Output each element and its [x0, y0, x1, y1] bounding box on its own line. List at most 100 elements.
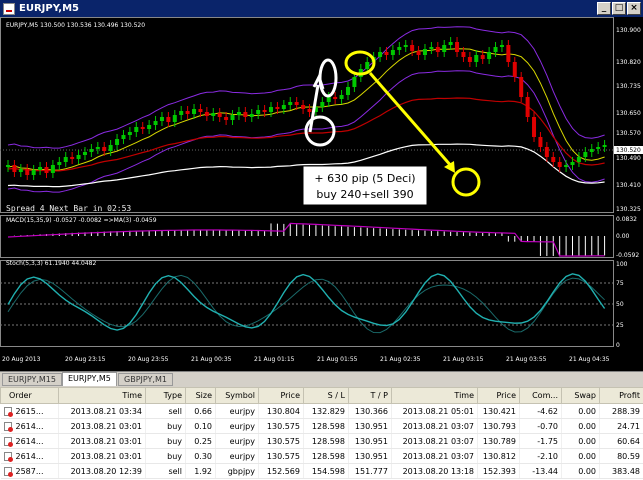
candle-body	[345, 87, 350, 95]
table-cell: -0.70	[519, 418, 562, 434]
cell: -0.70	[537, 421, 558, 431]
column-header[interactable]: Price	[258, 387, 304, 404]
candle-body	[185, 111, 190, 114]
candle-body	[153, 121, 158, 125]
candle-body	[339, 95, 344, 99]
table-cell: 2615...	[0, 403, 59, 419]
candle-body	[589, 149, 594, 152]
column-header[interactable]: Type	[145, 387, 186, 404]
table-row[interactable]: 2614... 2013.08.21 03:01 buy 0.25 eurjpy 130.…	[0, 433, 643, 449]
cell: 0.00	[578, 451, 596, 461]
cell: 130.421	[482, 406, 516, 416]
chart-tabs: EURJPY,M15 EURJPY,M5 GBPJPY,M1	[0, 371, 643, 386]
stoch-axis-label: 100	[616, 261, 628, 268]
candle-body	[525, 97, 530, 117]
close-button[interactable]: ×	[627, 2, 641, 15]
candle-body	[262, 110, 267, 112]
candle-body	[596, 147, 601, 149]
table-cell: 0.10	[185, 418, 216, 434]
column-header[interactable]: Order	[0, 387, 59, 404]
cell: 0.25	[194, 436, 212, 446]
candle-body	[551, 157, 556, 162]
minimize-button[interactable]: _	[597, 2, 611, 15]
table-cell: 130.575	[258, 433, 304, 449]
candle-body	[384, 52, 389, 55]
cell: 130.575	[266, 421, 300, 431]
candle-body	[467, 57, 472, 62]
table-cell: 128.598	[303, 433, 349, 449]
table-row[interactable]: 2614... 2013.08.21 03:01 buy 0.30 eurjpy 130.…	[0, 448, 643, 464]
table-cell: 2013.08.21 03:01	[58, 418, 146, 434]
table-cell: 130.575	[258, 448, 304, 464]
column-header[interactable]: Time	[391, 387, 478, 404]
trade-history-table: Order Time Type Size Symbol Price S / LT / P Ti…	[0, 387, 643, 480]
table-cell: 80.59	[599, 448, 643, 464]
column-header[interactable]: Com...	[519, 387, 562, 404]
column-header[interactable]: S / L	[303, 387, 349, 404]
table-row[interactable]: 2614... 2013.08.21 03:01 buy 0.10 eurjpy 130.…	[0, 418, 643, 434]
column-header[interactable]: Swap	[561, 387, 600, 404]
table-cell: 0.00	[561, 403, 600, 419]
cell: 383.48	[612, 466, 640, 476]
cell: 152.393	[482, 466, 516, 476]
tab-eurjpy-m5[interactable]: EURJPY,M5	[62, 372, 117, 386]
candle-body	[448, 42, 453, 45]
column-header[interactable]: T / P	[348, 387, 392, 404]
table-cell: 2614...	[0, 433, 59, 449]
macd-axis-label: 0.0832	[616, 216, 637, 223]
candle-body	[333, 97, 338, 99]
table-cell: 130.804	[258, 403, 304, 419]
candle-body	[544, 147, 549, 157]
candle-body	[82, 152, 87, 155]
table-cell: 0.00	[561, 418, 600, 434]
cell: buy	[167, 451, 182, 461]
macd-axis-label: -0.0592	[616, 252, 639, 259]
column-header[interactable]: Size	[185, 387, 216, 404]
cell: 2013.08.20 13:18	[402, 466, 474, 476]
order-icon	[3, 466, 13, 477]
table-cell: -2.10	[519, 448, 562, 464]
candle-body	[63, 157, 68, 162]
candle-body	[256, 110, 261, 114]
table-cell: 1.92	[185, 463, 216, 479]
table-row[interactable]: 2615... 2013.08.21 03:34 sell 0.66 eurjpy 130…	[0, 403, 643, 419]
candle-body	[455, 42, 460, 52]
price-chart[interactable]: 130.900 130.820 130.735 130.650 130.570 130.5…	[0, 17, 643, 371]
table-cell: gbpjpy	[215, 463, 259, 479]
column-header[interactable]: Price	[477, 387, 520, 404]
column-header[interactable]: Symbol	[215, 387, 259, 404]
column-header[interactable]: Time	[58, 387, 146, 404]
cell: 132.829	[311, 406, 345, 416]
price-axis-label: 130.570	[616, 130, 641, 137]
candle-body	[76, 155, 81, 159]
candle-body	[416, 51, 421, 55]
price-axis-label: 130.410	[616, 182, 641, 189]
cell: 2013.08.21 03:07	[402, 421, 474, 431]
cell: 2013.08.21 03:07	[402, 436, 474, 446]
table-cell: 151.777	[348, 463, 392, 479]
candle-body	[25, 169, 30, 175]
table-cell: 0.00	[561, 448, 600, 464]
cell: 128.598	[311, 421, 345, 431]
table-cell: 2013.08.21 03:34	[58, 403, 146, 419]
maximize-button[interactable]: □	[612, 2, 626, 15]
table-row[interactable]: 2587... 2013.08.20 12:39 sell 1.92 gbpjpy 152…	[0, 463, 643, 479]
table-cell: buy	[145, 418, 186, 434]
cell: -13.44	[532, 466, 558, 476]
column-header[interactable]: Profit	[599, 387, 643, 404]
tab-eurjpy-m15[interactable]: EURJPY,M15	[2, 373, 62, 386]
tab-gbpjpy-m1[interactable]: GBPJPY,M1	[118, 373, 173, 386]
order-icon	[3, 421, 13, 432]
candle-body	[18, 169, 23, 172]
cell: 80.59	[617, 451, 640, 461]
candle-body	[435, 47, 440, 52]
table-cell: 154.598	[303, 463, 349, 479]
cell: -2.10	[537, 451, 558, 461]
table-cell: 0.25	[185, 433, 216, 449]
cell: 130.951	[354, 436, 388, 446]
candle-body	[230, 115, 235, 120]
stoch-axis-label: 0	[616, 342, 620, 349]
cell: 130.812	[482, 451, 516, 461]
cell: 2013.08.21 03:01	[70, 436, 142, 446]
chart-header: EURJPY,M5 130.500 130.536 130.496 130.52…	[6, 22, 145, 29]
